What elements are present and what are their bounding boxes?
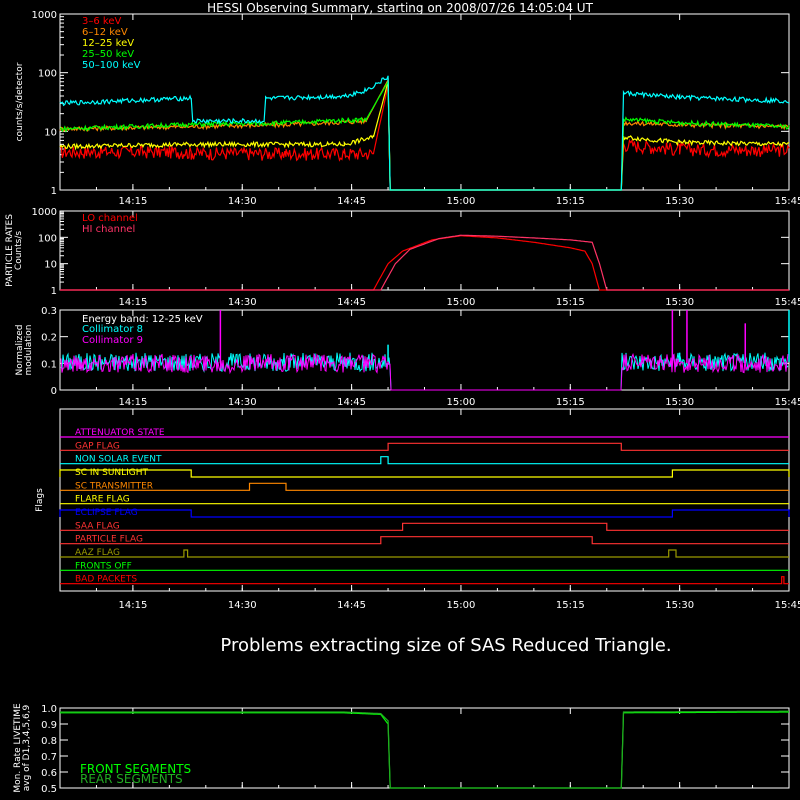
legend-entry: 50–100 keV	[82, 60, 141, 71]
flag-label: FLARE FLAG	[75, 495, 130, 505]
x-tick-label: 15:00	[447, 397, 476, 408]
y-tick-label: 100	[38, 233, 57, 244]
legend-entry: 25–50 keV	[82, 49, 134, 60]
x-tick-label: 14:45	[337, 397, 366, 408]
y-tick-label: 1000	[32, 10, 57, 21]
series-line-1	[60, 234, 789, 291]
flag-line-6	[59, 509, 790, 518]
legend-entry: 6–12 keV	[82, 27, 128, 38]
y-tick-label: 0.9	[41, 720, 57, 731]
x-tick-label: 15:00	[447, 600, 476, 611]
x-tick-label: 15:45	[775, 397, 800, 408]
y-tick-label: 1.0	[41, 704, 57, 715]
legend-entry: Collimator 9	[82, 335, 143, 346]
status-message: Problems extracting size of SAS Reduced …	[220, 635, 671, 656]
y-tick-label: 100	[38, 69, 57, 80]
x-tick-label: 15:30	[665, 397, 694, 408]
x-tick-label: 15:45	[775, 297, 800, 308]
panel-particle_rates: 14:1514:3014:4515:0015:1515:3015:45PARTI…	[5, 207, 800, 308]
x-tick-label: 15:00	[447, 196, 476, 207]
y-tick-label: 1	[51, 186, 57, 197]
flag-label: SAA FLAG	[75, 521, 120, 531]
y-tick-label: 0.2	[41, 333, 57, 344]
panel-flags: 14:15 14:30 14:45 15:00 15:15 15:30 15:45 Flags…	[35, 408, 800, 611]
flag-label: BAD PACKETS	[75, 575, 137, 585]
y-tick-label: 0	[51, 386, 57, 397]
flag-label: ATTENUATOR STATE	[75, 428, 165, 438]
y-tick-label: 0.5	[41, 784, 57, 795]
y-axis-label: Flags	[35, 488, 45, 512]
flag-label: PARTICLE FLAG	[75, 535, 143, 545]
x-tick-label: 14:30	[228, 397, 257, 408]
flag-line-2	[60, 456, 789, 465]
x-tick-label: 15:15	[556, 196, 585, 207]
x-tick-label: 15:15	[556, 397, 585, 408]
x-tick-label: 15:30	[665, 297, 694, 308]
flag-line-1	[60, 442, 789, 451]
flag-label: GAP FLAG	[75, 441, 120, 451]
x-tick-label: 14:15	[118, 397, 147, 408]
legend-entry: 3–6 keV	[82, 16, 121, 27]
flag-label: SC TRANSMITTER	[75, 481, 153, 491]
y-axis-label: Counts/s	[14, 231, 24, 270]
flag-line-8	[60, 536, 789, 545]
x-tick-label: 14:30	[228, 600, 257, 611]
panel-frame	[59, 408, 790, 592]
flag-label: NON SOLAR EVENT	[75, 455, 162, 465]
flag-line-11	[60, 576, 789, 585]
x-tick-label: 14:30	[228, 297, 257, 308]
x-tick-label: 15:30	[665, 196, 694, 207]
y-tick-label: 1	[51, 286, 57, 297]
flag-label: FRONTS OFF	[75, 561, 132, 571]
legend-entry: 12–25 keV	[82, 38, 134, 49]
x-tick-label: 15:45	[775, 196, 800, 207]
panel-modulation: 14:1514:3014:4515:0015:1515:3015:45Norma…	[15, 306, 800, 408]
x-tick-label: 15:15	[556, 297, 585, 308]
x-tick-label: 14:45	[337, 297, 366, 308]
y-tick-label: 0.7	[41, 752, 57, 763]
x-tick-label: 14:45	[337, 600, 366, 611]
legend-entry: HI channel	[82, 224, 135, 235]
x-tick-label: 15:00	[447, 297, 476, 308]
y-tick-label: 0.1	[41, 359, 57, 370]
x-tick-label: 14:15	[118, 297, 147, 308]
panel-count_rates: 14:15 14:30 14:45 15:00 15:15 15:30 15:45 count…	[15, 10, 800, 207]
x-tick-label: 14:45	[337, 196, 366, 207]
flag-label: AAZ FLAG	[75, 548, 120, 558]
flag-line-4	[60, 482, 789, 491]
series-line-0	[59, 85, 790, 191]
y-tick-label: 10	[44, 260, 57, 271]
flag-line-9	[60, 549, 789, 558]
legend-entry: Collimator 8	[82, 324, 143, 335]
x-tick-label: 15:30	[665, 600, 694, 611]
hessi-summary-chart: HESSI Observing Summary, starting on 200…	[5, 1, 800, 795]
panel-annotation: Energy band: 12-25 keV	[82, 314, 203, 325]
y-axis-label: avg of D1,3,4,5,6,9	[22, 704, 32, 791]
y-tick-label: 0.3	[41, 306, 57, 317]
y-tick-label: 0.6	[41, 768, 57, 779]
panel-livetime: Mon. Rate LIVETIME avg of D1,3,4,5,6,9 0.5…	[13, 703, 790, 795]
legend-entry: LO channel	[82, 213, 138, 224]
flag-line-7	[60, 522, 789, 531]
y-tick-label: 1000	[32, 207, 57, 218]
series-line-4	[59, 75, 790, 191]
x-tick-label: 14:15	[118, 196, 147, 207]
panel-frame	[59, 13, 790, 191]
x-tick-label: 15:15	[556, 600, 585, 611]
y-axis-label: modulation	[24, 325, 34, 376]
flag-line-3	[59, 469, 790, 478]
flag-label: SC IN SUNLIGHT	[75, 468, 149, 478]
y-axis-label: counts/s/detector	[15, 62, 25, 141]
chart-title: HESSI Observing Summary, starting on 200…	[207, 1, 593, 15]
flag-label: ECLIPSE FLAG	[75, 508, 138, 518]
y-tick-label: 10	[44, 127, 57, 138]
panel-frame	[59, 210, 790, 291]
x-tick-label: 14:30	[228, 196, 257, 207]
legend-entry: REAR SEGMENTS	[80, 772, 183, 786]
x-tick-label: 14:15	[118, 600, 147, 611]
y-tick-label: 0.8	[41, 736, 57, 747]
x-tick-label: 15:45	[775, 600, 800, 611]
